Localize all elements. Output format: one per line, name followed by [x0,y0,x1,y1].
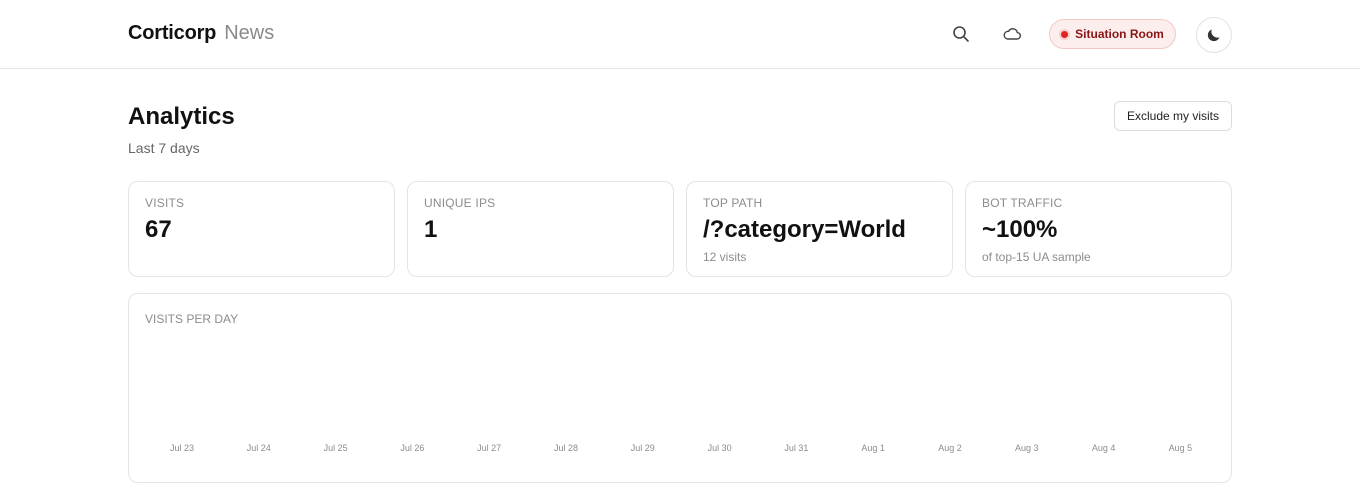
stat-label: UNIQUE IPS [424,196,496,210]
x-tick-label: Aug 4 [1092,443,1116,453]
stat-note: of top-15 UA sample [982,250,1091,264]
situation-room-button[interactable]: Situation Room [1049,19,1176,49]
search-icon[interactable] [949,22,973,46]
x-tick-label: Jul 31 [784,443,808,453]
x-tick-label: Aug 5 [1169,443,1193,453]
x-tick-label: Aug 1 [861,443,885,453]
stat-note: 12 visits [703,250,747,264]
x-tick-label: Jul 30 [708,443,732,453]
brand-name: Corticorp [128,22,217,44]
stat-value: 1 [424,216,438,243]
x-tick-label: Jul 26 [400,443,424,453]
stat-label: VISITS [145,196,185,210]
exclude-my-visits-button[interactable]: Exclude my visits [1114,101,1232,131]
stat-label: TOP PATH [703,196,763,210]
visits-per-day-chart: Jul 23 Jul 24 Jul 25 Jul 26 Jul 27 Jul 28 Jul … [170,443,1193,453]
stat-value: 67 [145,216,172,243]
brand-logo[interactable]: Corticorp News [128,22,274,45]
stat-card-unique-ips: UNIQUE IPS 1 [407,181,674,277]
x-tick-label: Jul 29 [631,443,655,453]
x-tick-label: Jul 27 [477,443,501,453]
situation-room-label: Situation Room [1075,27,1164,41]
x-tick-label: Jul 24 [247,443,271,453]
brand-section: News [224,22,275,44]
x-tick-label: Aug 3 [1015,443,1039,453]
stat-card-visits: VISITS 67 [128,181,395,277]
stat-card-top-path: TOP PATH /?category=World 12 visits [686,181,953,277]
x-tick-label: Jul 25 [324,443,348,453]
x-tick-label: Jul 28 [554,443,578,453]
stat-label: BOT TRAFFIC [982,196,1063,210]
top-nav-bar: Corticorp News Situation Room [0,0,1360,69]
stat-card-bot-traffic: BOT TRAFFIC ~100% of top-15 UA sample [965,181,1232,277]
stat-value: ~100% [982,216,1058,243]
stat-value: /?category=World [703,216,906,243]
visits-per-day-chart-card: VISITS PER DAY Jul 23 Jul 24 Jul 25 Jul 26 J… [128,293,1232,483]
x-tick-label: Aug 2 [938,443,962,453]
cloud-icon[interactable] [1000,22,1024,46]
x-tick-label: Jul 23 [170,443,194,453]
page-subtitle: Last 7 days [128,140,200,156]
moon-icon [1207,29,1220,42]
page-title: Analytics [128,103,235,130]
live-indicator-icon [1061,30,1069,38]
theme-toggle-button[interactable] [1196,17,1232,53]
